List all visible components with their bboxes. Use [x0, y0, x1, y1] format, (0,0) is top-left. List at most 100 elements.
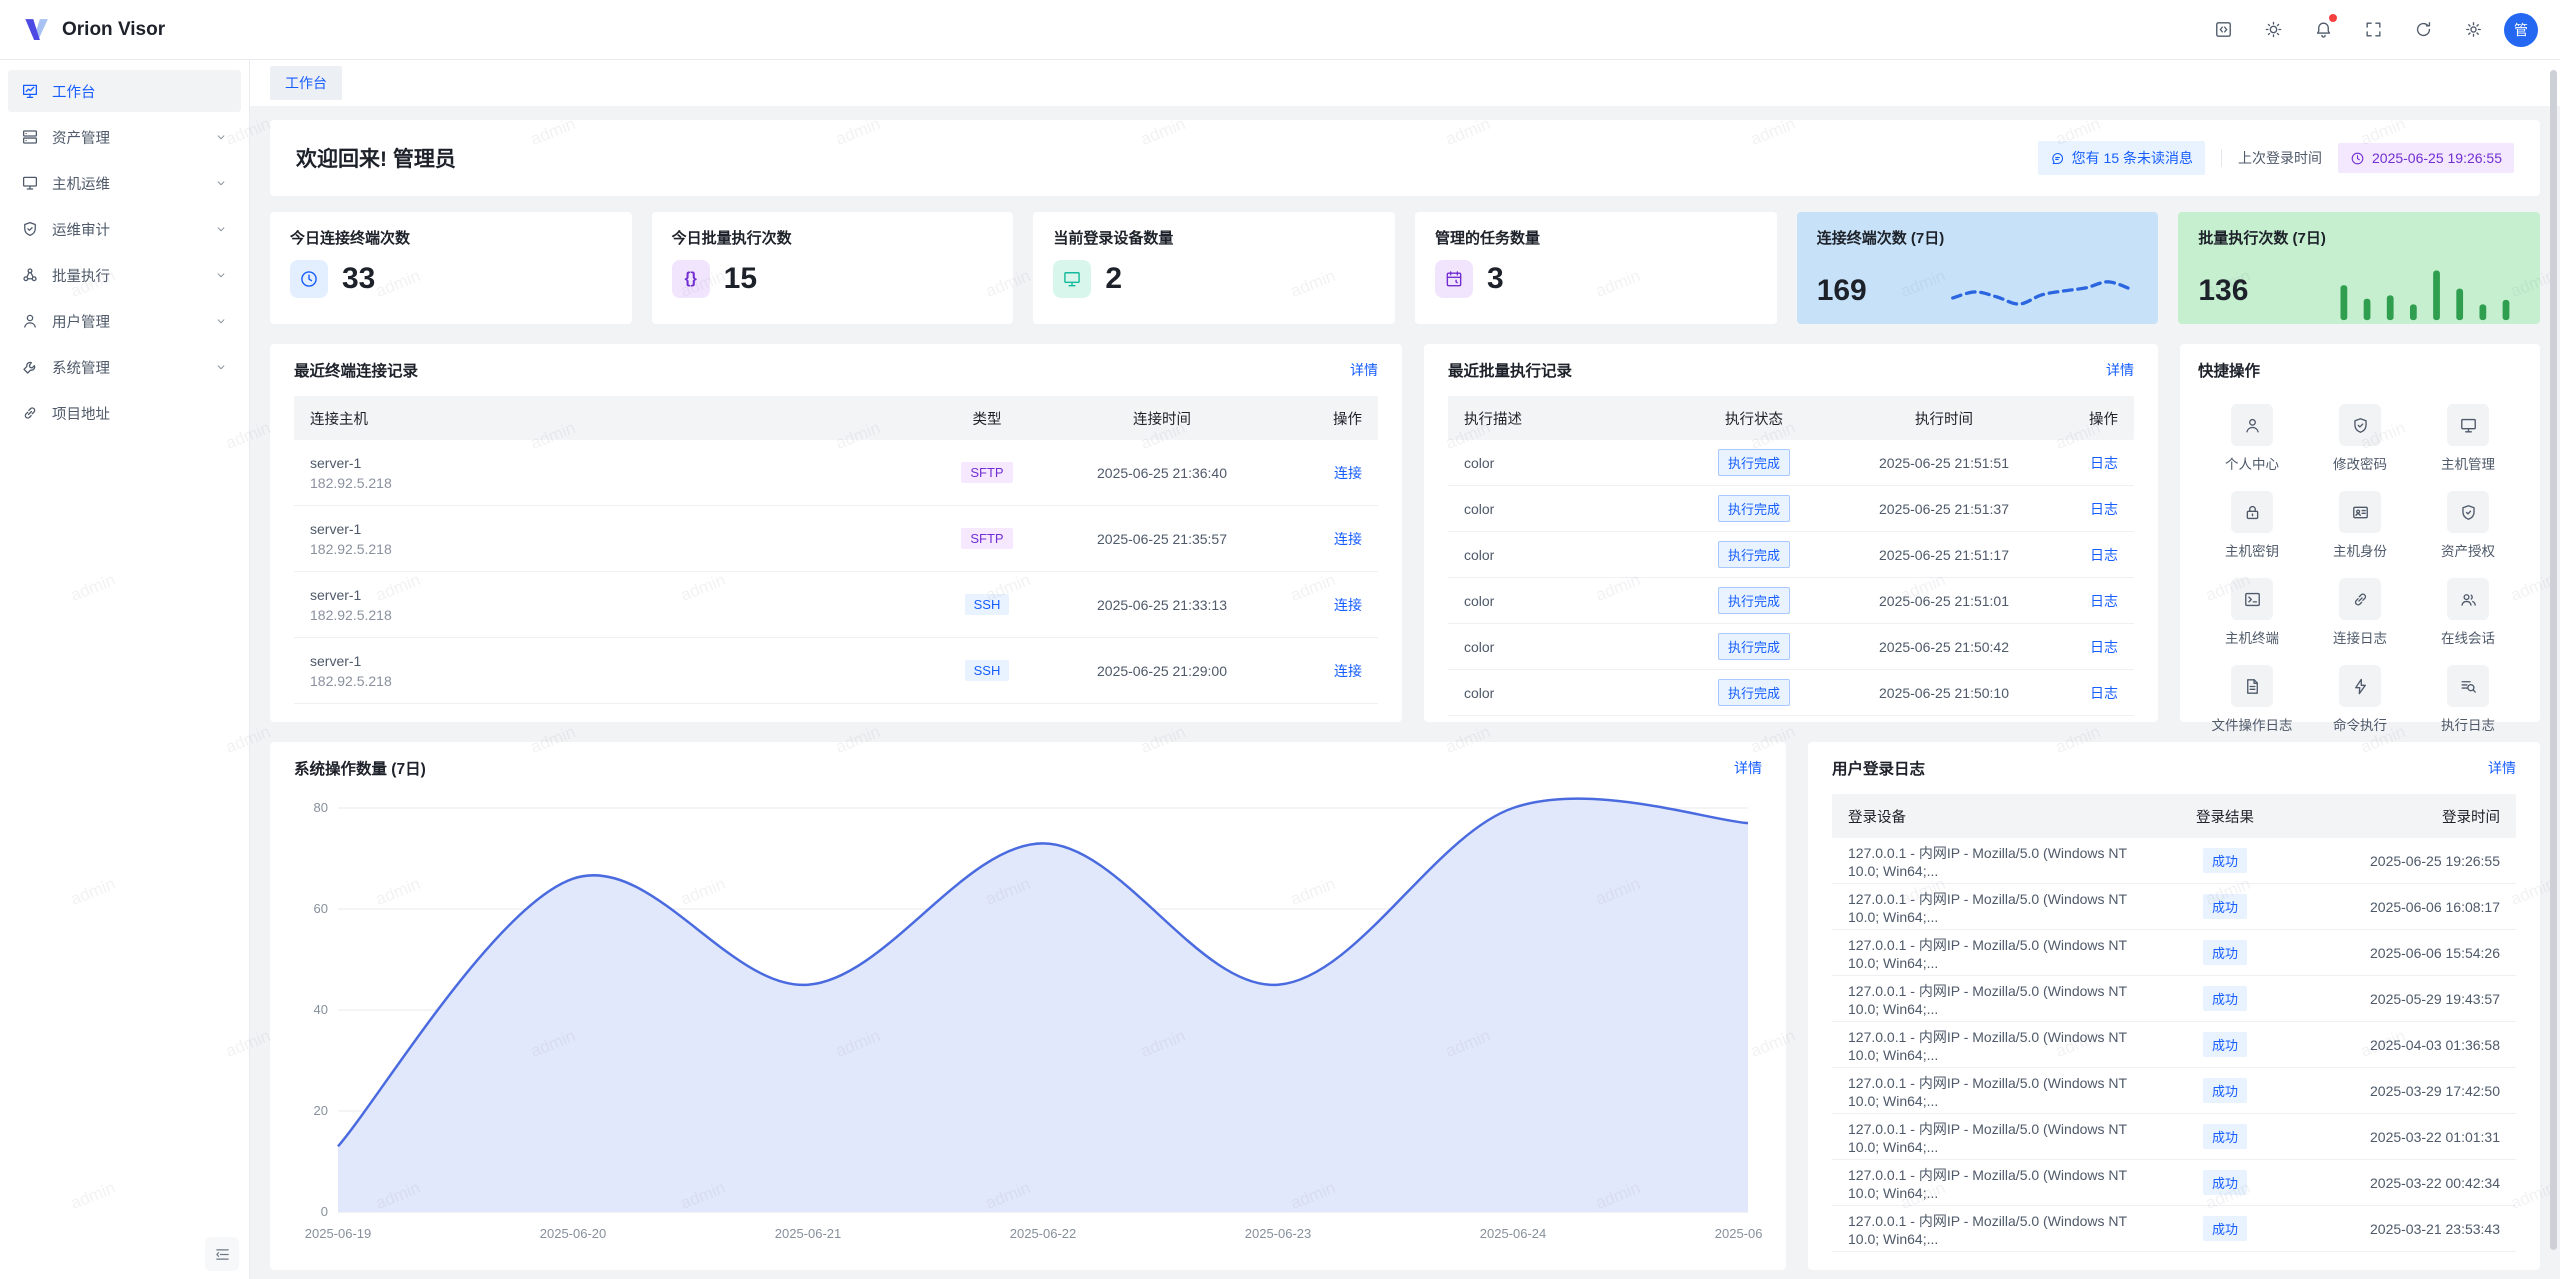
terminal-detail-link[interactable]: 详情: [1350, 360, 1378, 380]
batch-detail-link[interactable]: 详情: [2106, 360, 2134, 380]
sidebar-item-workbench[interactable]: 工作台: [8, 70, 241, 112]
svg-text:2025-06-21: 2025-06-21: [775, 1226, 842, 1241]
result-badge: 成功: [2203, 986, 2247, 1011]
svg-text:80: 80: [314, 800, 328, 815]
system-operations-card: 系统操作数量 (7日) 详情 0204060802025-06-192025-0…: [270, 742, 1786, 1270]
stat-value: 136: [2198, 274, 2248, 308]
sidebar-item-project-link[interactable]: 项目地址: [8, 392, 241, 434]
log-link[interactable]: 日志: [2090, 685, 2118, 701]
result-badge: 成功: [2203, 1216, 2247, 1241]
connect-link[interactable]: 连接: [1334, 465, 1362, 481]
last-login-label: 上次登录时间: [2238, 148, 2322, 168]
menu-fold-icon: [214, 1246, 231, 1263]
fullscreen-button[interactable]: [2354, 11, 2392, 49]
scrollbar[interactable]: [2550, 70, 2557, 1250]
chevron-down-icon: [214, 360, 228, 374]
quick-action-修改密码[interactable]: 修改密码: [2306, 400, 2414, 477]
sidebar-item-user-mgmt[interactable]: 用户管理: [8, 300, 241, 342]
login-table-body: 127.0.0.1 - 内网IP - Mozilla/5.0 (Windows …: [1832, 838, 2516, 1252]
host-ip: 182.92.5.218: [310, 541, 932, 557]
quick-action-label: 主机管理: [2441, 453, 2495, 473]
quick-action-主机终端[interactable]: 主机终端: [2198, 574, 2306, 651]
exec-desc: color: [1464, 593, 1674, 609]
workspace-button[interactable]: [2204, 11, 2242, 49]
login-log-card: 用户登录日志 详情 登录设备 登录结果 登录时间 127.0.0.1 - 内网I…: [1808, 742, 2540, 1270]
svg-text:40: 40: [314, 1002, 328, 1017]
svg-text:2025-06-20: 2025-06-20: [540, 1226, 607, 1241]
table-row: color 执行完成 2025-06-25 21:51:37 日志: [1448, 486, 2134, 532]
quick-action-资产授权[interactable]: 资产授权: [2414, 487, 2522, 564]
assets-icon: [21, 128, 39, 146]
quick-action-主机身份[interactable]: 主机身份: [2306, 487, 2414, 564]
table-row: color 执行完成 2025-06-25 21:51:01 日志: [1448, 578, 2134, 624]
welcome-card: 欢迎回来! 管理员 您有 15 条未读消息 上次登录时间 2025-06-25 …: [270, 120, 2540, 196]
column-header: 登录结果: [2155, 806, 2295, 827]
sidebar-item-ops-audit[interactable]: 运维审计: [8, 208, 241, 250]
log-link[interactable]: 日志: [2090, 593, 2118, 609]
shieldplain-icon: [2459, 503, 2478, 522]
quick-action-命令执行[interactable]: 命令执行: [2306, 661, 2414, 738]
quick-action-在线会话[interactable]: 在线会话: [2414, 574, 2522, 651]
settings-button[interactable]: [2454, 11, 2492, 49]
lock-icon: [2243, 503, 2262, 522]
table-row: 127.0.0.1 - 内网IP - Mozilla/5.0 (Windows …: [1832, 838, 2516, 884]
quick-action-个人中心[interactable]: 个人中心: [2198, 400, 2306, 477]
quick-action-主机密钥[interactable]: 主机密钥: [2198, 487, 2306, 564]
cluster-icon: [21, 266, 39, 284]
connect-link[interactable]: 连接: [1334, 597, 1362, 613]
welcome-right: 您有 15 条未读消息 上次登录时间 2025-06-25 19:26:55: [2038, 141, 2514, 175]
stat-card-terminal-today: 今日连接终端次数 33: [270, 212, 632, 324]
log-link[interactable]: 日志: [2090, 639, 2118, 655]
card-title: 最近批量执行记录: [1448, 359, 1572, 381]
app-title: Orion Visor: [62, 19, 165, 41]
result-badge: 成功: [2203, 1170, 2247, 1195]
svg-text:2025-06-24: 2025-06-24: [1480, 1226, 1547, 1241]
column-header: 操作: [2054, 408, 2118, 429]
quick-action-文件操作日志[interactable]: 文件操作日志: [2198, 661, 2306, 738]
exec-time: 2025-06-25 21:50:42: [1834, 639, 2054, 655]
gear-icon: [2464, 20, 2483, 39]
stats-row: 今日连接终端次数 33 今日批量执行次数 {} 15 当前登录设备数量 2: [270, 212, 2540, 324]
table-row: 127.0.0.1 - 内网IP - Mozilla/5.0 (Windows …: [1832, 1206, 2516, 1252]
system-chart-detail-link[interactable]: 详情: [1734, 758, 1762, 778]
log-link[interactable]: 日志: [2090, 547, 2118, 563]
shield-icon: [21, 220, 39, 238]
quick-action-主机管理[interactable]: 主机管理: [2414, 400, 2522, 477]
log-link[interactable]: 日志: [2090, 455, 2118, 471]
exec-desc: color: [1464, 547, 1674, 563]
unread-messages-text: 您有 15 条未读消息: [2072, 148, 2193, 168]
card-title: 最近终端连接记录: [294, 359, 418, 381]
quick-action-连接日志[interactable]: 连接日志: [2306, 574, 2414, 651]
sidebar-item-assets[interactable]: 资产管理: [8, 116, 241, 158]
batch-executions-card: 最近批量执行记录 详情 执行描述 执行状态 执行时间 操作 color 执行完成…: [1424, 344, 2158, 722]
notification-dot: [2329, 14, 2337, 22]
notifications-button[interactable]: [2304, 11, 2342, 49]
sidebar-collapse-button[interactable]: [205, 1237, 239, 1271]
login-detail-link[interactable]: 详情: [2488, 758, 2516, 778]
connect-link[interactable]: 连接: [1334, 531, 1362, 547]
quick-action-label: 个人中心: [2225, 453, 2279, 473]
breadcrumb-item-workbench[interactable]: 工作台: [270, 66, 342, 100]
sidebar-item-system-mgmt[interactable]: 系统管理: [8, 346, 241, 388]
sidebar-item-host-ops[interactable]: 主机运维: [8, 162, 241, 204]
log-link[interactable]: 日志: [2090, 501, 2118, 517]
refresh-icon: [2414, 20, 2433, 39]
table-header: 连接主机 类型 连接时间 操作: [294, 396, 1378, 440]
quick-action-执行日志[interactable]: 执行日志: [2414, 661, 2522, 738]
terminal-connections-card: 最近终端连接记录 详情 连接主机 类型 连接时间 操作 server-1 182.…: [270, 344, 1402, 722]
status-badge: 执行完成: [1718, 449, 1790, 476]
connect-link[interactable]: 连接: [1334, 663, 1362, 679]
refresh-button[interactable]: [2404, 11, 2442, 49]
connect-time: 2025-06-25 21:35:57: [1042, 531, 1282, 547]
sidebar-item-batch-exec[interactable]: 批量执行: [8, 254, 241, 296]
unread-messages-chip[interactable]: 您有 15 条未读消息: [2038, 141, 2205, 175]
clock-icon: [299, 269, 319, 289]
code-square-icon: [2214, 20, 2233, 39]
theme-toggle-button[interactable]: [2254, 11, 2292, 49]
host-name: server-1: [310, 455, 932, 471]
sidebar-item-label: 主机运维: [52, 173, 201, 194]
stat-title: 管理的任务数量: [1435, 227, 1757, 248]
dashboard-icon: [21, 82, 39, 100]
svg-text:0: 0: [321, 1204, 328, 1219]
user-avatar[interactable]: 管: [2504, 13, 2538, 47]
